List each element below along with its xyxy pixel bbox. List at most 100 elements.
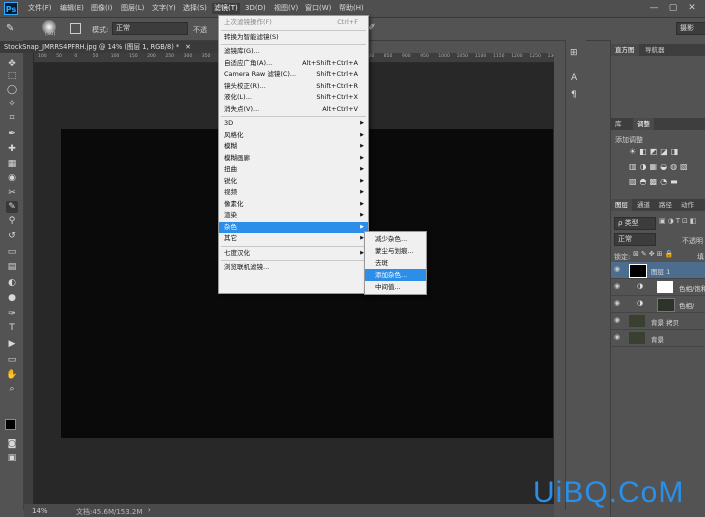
filter-menu-item[interactable]: 模糊画廊 ▶ xyxy=(219,153,368,165)
menu-3d[interactable]: 3D(D) xyxy=(245,3,266,14)
tab-histogram[interactable]: 直方图 xyxy=(611,44,639,56)
filter-menu-item[interactable]: 镜头校正(R)... Shift+Ctrl+R xyxy=(219,81,368,93)
filter-menu-item[interactable]: 扭曲 ▶ xyxy=(219,164,368,176)
character-icon[interactable]: A xyxy=(571,73,577,83)
tab-navigator[interactable]: 导航器 xyxy=(641,44,669,56)
filter-menu-item[interactable]: 液化(L)... Shift+Ctrl+X xyxy=(219,92,368,104)
document-tab[interactable]: StockSnap_JMRRS4PFRH.jpg @ 14% (图层 1, RG… xyxy=(0,41,240,53)
filter-menu-item[interactable]: 转换为智能滤镜(S) xyxy=(219,32,368,44)
status-arrow-icon[interactable]: › xyxy=(148,506,151,514)
layer-kind-filter[interactable]: ρ 类型 xyxy=(614,217,656,230)
menu-view[interactable]: 视图(V) xyxy=(274,3,298,14)
filter-menu-item[interactable]: 3D ▶ xyxy=(219,118,368,130)
noise-menu-item[interactable]: 中间值... xyxy=(365,281,426,293)
filter-menu-item[interactable]: 视频 ▶ xyxy=(219,187,368,199)
clone-stamp-tool-icon[interactable]: ⚲ xyxy=(6,215,18,227)
adjustment-icons-row3[interactable]: ▨◓▩◔▬ xyxy=(629,177,681,186)
quick-mask-icon[interactable]: ◙ xyxy=(6,438,18,450)
filter-menu-item[interactable]: 浏览联机滤镜... xyxy=(219,262,368,274)
layer-row[interactable]: ◉ 背景 xyxy=(611,330,705,347)
scissors-tool-icon[interactable]: ✂ xyxy=(6,187,18,199)
airbrush-icon[interactable]: ✐ xyxy=(368,23,376,33)
filter-menu-item[interactable]: 杂色 ▶ xyxy=(219,221,368,233)
menu-filter[interactable]: 滤镜(T) xyxy=(212,3,240,14)
paragraph-icon[interactable]: ¶ xyxy=(571,90,577,100)
brush-tool-icon[interactable]: ✎ xyxy=(6,23,14,34)
layer-name[interactable]: 背景 拷贝 xyxy=(651,317,679,327)
eyedropper-tool-icon[interactable]: ✒ xyxy=(6,128,18,140)
menu-image[interactable]: 图像(I) xyxy=(91,3,113,14)
menu-file[interactable]: 文件(F) xyxy=(28,3,52,14)
tab-adjustments[interactable]: 调整 xyxy=(633,118,654,130)
menu-edit[interactable]: 编辑(E) xyxy=(60,3,84,14)
brush-tool-icon[interactable]: ✎ xyxy=(6,201,18,213)
visibility-eye-icon[interactable]: ◉ xyxy=(614,317,621,324)
lasso-tool-icon[interactable]: ◯ xyxy=(6,84,18,96)
blur-tool-icon[interactable]: ◐ xyxy=(6,277,18,289)
move-tool-icon[interactable]: ✥ xyxy=(6,58,18,70)
foreground-color-swatch[interactable] xyxy=(5,419,16,430)
layer-name[interactable]: 图层 1 xyxy=(651,266,670,276)
dodge-tool-icon[interactable]: ● xyxy=(6,292,18,304)
filter-menu-item[interactable]: 滤镜库(G)... xyxy=(219,46,368,58)
zoom-level[interactable]: 14% xyxy=(32,507,48,515)
adjustment-icons-row2[interactable]: ▥◑▦◒◍▧ xyxy=(629,162,691,171)
healing-brush-tool-icon[interactable]: ✚ xyxy=(6,143,18,155)
brush-panel-icon[interactable] xyxy=(70,23,81,34)
crop-tool-icon[interactable]: ⌗ xyxy=(6,112,18,124)
type-tool-icon[interactable]: T xyxy=(6,322,18,334)
noise-menu-item[interactable]: 减少杂色... xyxy=(365,233,426,245)
menu-type[interactable]: 文字(Y) xyxy=(152,3,176,14)
visibility-eye-icon[interactable]: ◉ xyxy=(614,283,621,290)
red-eye-tool-icon[interactable]: ◉ xyxy=(6,172,18,184)
minimize-button[interactable]: — xyxy=(648,2,660,14)
vertical-ruler[interactable] xyxy=(24,53,34,504)
layer-row[interactable]: ◉ ◑ 色相/饱和 xyxy=(611,279,705,296)
filter-menu-item[interactable]: 其它 ▶ xyxy=(219,233,368,245)
maximize-button[interactable]: ▢ xyxy=(667,2,679,14)
tab-channels[interactable]: 通道 xyxy=(633,199,654,211)
adjustment-icons-row1[interactable]: ☀◧◩◪◨ xyxy=(629,147,681,156)
properties-icon[interactable]: ⊞ xyxy=(570,48,578,58)
noise-menu-item[interactable]: 蒙尘与划痕... xyxy=(365,245,426,257)
workspace-select[interactable]: 摄影 xyxy=(676,22,705,35)
quick-select-tool-icon[interactable]: ✧ xyxy=(6,98,18,110)
layer-row[interactable]: ◉ 图层 1 xyxy=(611,262,705,279)
rectangle-tool-icon[interactable]: ▭ xyxy=(6,354,18,366)
filter-menu-item[interactable]: 模糊 ▶ xyxy=(219,141,368,153)
menu-help[interactable]: 帮助(H) xyxy=(339,3,364,14)
filter-menu-item[interactable]: 七度汉化 ▶ xyxy=(219,248,368,260)
menu-window[interactable]: 窗口(W) xyxy=(305,3,331,14)
tab-actions[interactable]: 动作 xyxy=(677,199,698,211)
menu-select[interactable]: 选择(S) xyxy=(183,3,207,14)
blend-mode-select[interactable]: 正常 xyxy=(614,233,656,246)
marquee-tool-icon[interactable]: ⬚ xyxy=(6,70,18,82)
layer-row[interactable]: ◉ 背景 拷贝 xyxy=(611,313,705,330)
screen-mode-icon[interactable]: ▣ xyxy=(6,452,18,464)
gradient-tool-icon[interactable]: ▤ xyxy=(6,261,18,273)
layer-filter-icons[interactable]: ▣◑T⊡◧ xyxy=(659,217,698,225)
visibility-eye-icon[interactable]: ◉ xyxy=(614,300,621,307)
filter-menu-item[interactable]: 像素化 ▶ xyxy=(219,199,368,211)
layer-name[interactable]: 色相/饱和 xyxy=(679,283,705,293)
visibility-eye-icon[interactable]: ◉ xyxy=(614,334,621,341)
zoom-tool-icon[interactable]: ⌕ xyxy=(6,383,18,395)
eraser-tool-icon[interactable]: ▭ xyxy=(6,246,18,258)
pen-tool-icon[interactable]: ✑ xyxy=(6,308,18,320)
close-button[interactable]: ✕ xyxy=(686,2,698,14)
filter-menu-item[interactable]: 渲染 ▶ xyxy=(219,210,368,222)
filter-menu-item[interactable]: Camera Raw 滤镜(C)... Shift+Ctrl+A xyxy=(219,69,368,81)
filter-menu-item[interactable]: 锐化 ▶ xyxy=(219,176,368,188)
close-tab-icon[interactable]: ✕ xyxy=(185,43,191,51)
filter-menu-item[interactable]: 消失点(V)... Alt+Ctrl+V xyxy=(219,104,368,116)
tab-layers[interactable]: 图层 xyxy=(611,199,632,211)
path-selection-tool-icon[interactable]: ▶ xyxy=(6,338,18,350)
lock-icons[interactable]: ⊠✎✥⊞🔒 xyxy=(633,250,675,258)
menu-layer[interactable]: 图层(L) xyxy=(121,3,144,14)
layer-row[interactable]: ◉ ◑ 色相/ xyxy=(611,296,705,313)
filter-menu-item[interactable]: 风格化 ▶ xyxy=(219,130,368,142)
tab-paths[interactable]: 路径 xyxy=(655,199,676,211)
visibility-eye-icon[interactable]: ◉ xyxy=(614,266,621,273)
noise-menu-item[interactable]: 去斑 xyxy=(365,257,426,269)
layer-name[interactable]: 背景 xyxy=(651,334,664,344)
